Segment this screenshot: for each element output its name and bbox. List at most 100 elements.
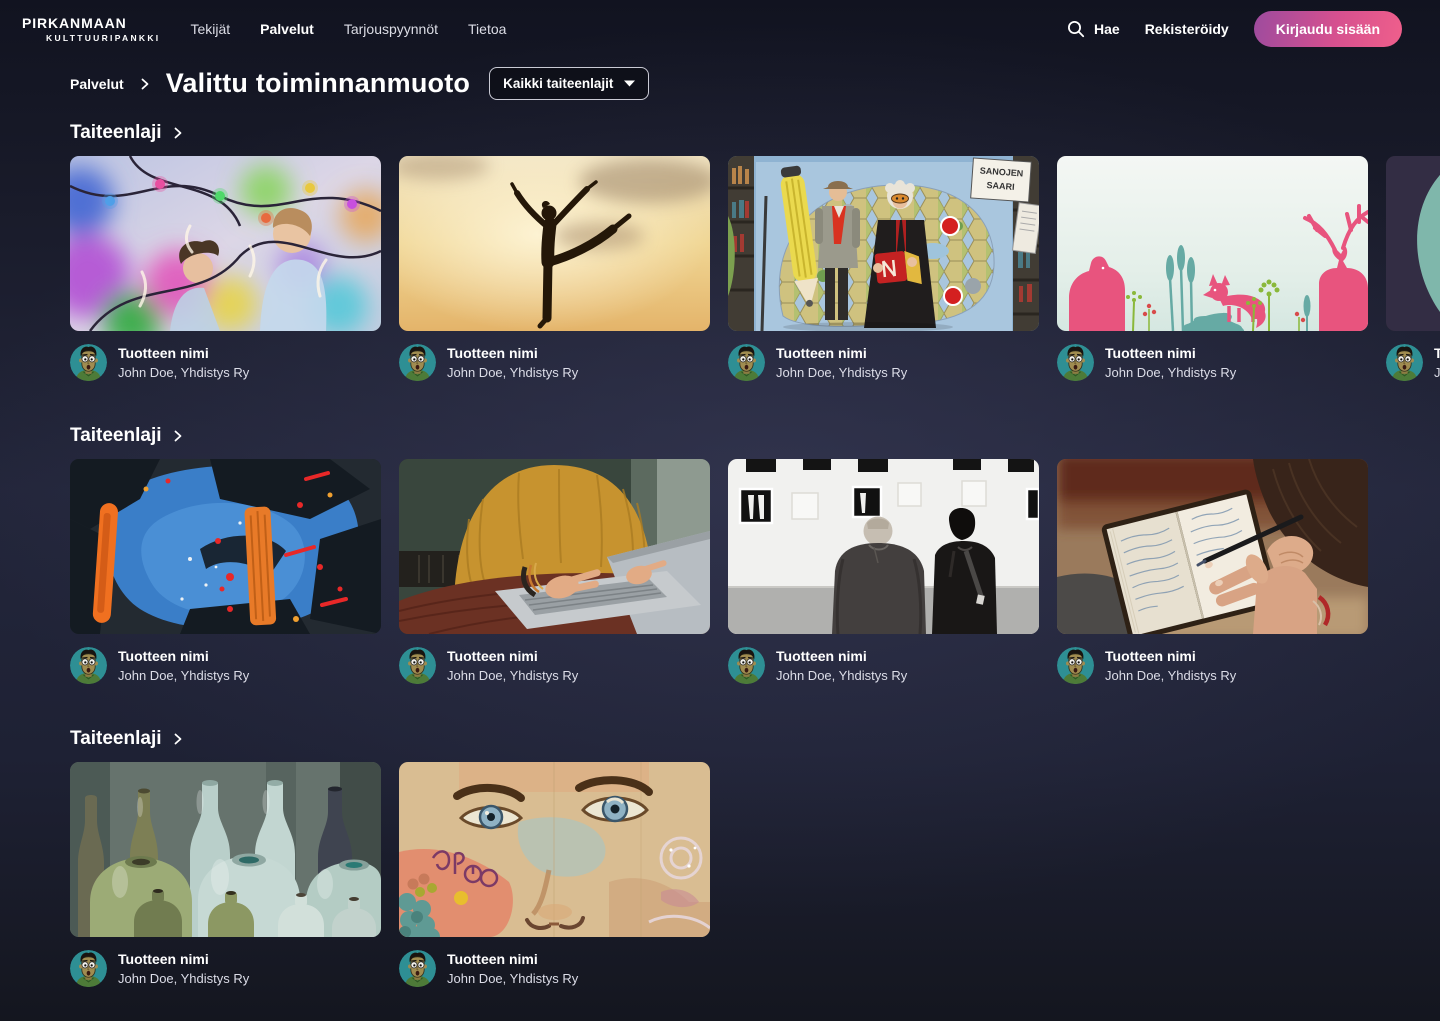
breadcrumb-chevron-icon — [139, 78, 151, 90]
card-image-abstract-painting — [70, 459, 381, 634]
card-title: Tuotteen nimi — [776, 648, 867, 664]
card-title: Tuotteen nimi — [447, 951, 538, 967]
avatar — [70, 647, 107, 684]
service-card[interactable]: Tuotteen nimi John Doe, Yhdistys Ry — [728, 459, 1039, 684]
main-nav: Tekijät Palvelut Tarjouspyynnöt Tietoa — [190, 21, 506, 37]
card-caption: Tuotteen nimi John Doe, Yhdistys Ry — [70, 950, 381, 987]
service-card[interactable]: Tuotteen nimi John Doe, Yhdistys Ry — [1057, 459, 1368, 684]
service-card[interactable]: Tuotteen nimi John Doe, Yhdistys Ry — [70, 156, 381, 381]
logo-line-2: KULTTUURIPANKKI — [46, 32, 161, 43]
card-subtitle: John Doe, Yhdistys Ry — [1105, 365, 1237, 380]
top-bar-actions: Hae Rekisteröidy Kirjaudu sisään — [1067, 10, 1402, 47]
chevron-right-icon — [172, 127, 184, 139]
section-title-link[interactable]: Taiteenlaji — [70, 425, 184, 447]
card-image-laptop-typing — [399, 459, 710, 634]
sign-text-line2: SAARI — [986, 180, 1015, 192]
section-title-link[interactable]: Taiteenlaji — [70, 122, 184, 144]
chevron-right-icon — [172, 733, 184, 745]
breadcrumb[interactable]: Palvelut — [70, 76, 124, 92]
chevron-down-icon — [624, 80, 636, 87]
card-caption: Tuotteen nimi John Doe, Yhdistys Ry — [728, 344, 1039, 381]
search-label: Hae — [1094, 20, 1120, 37]
card-image-costumed-performers: SANOJEN SAARI — [728, 156, 1039, 331]
card-caption: Tuotteen nimi John Doe, Yhdistys Ry — [70, 647, 381, 684]
filter-label: Kaikki taiteenlajit — [503, 76, 614, 91]
card-image-ceramic-vases — [70, 762, 381, 937]
card-subtitle: John Doe, Yhdistys Ry — [118, 971, 250, 986]
service-card[interactable]: Tuotteen nimi John Doe, Yhdistys Ry — [399, 156, 710, 381]
avatar — [1057, 647, 1094, 684]
card-subtitle: John Doe, Yhdistys Ry — [776, 668, 908, 683]
site-logo[interactable]: PIRKANMAAN KULTTUURIPANKKI — [22, 15, 160, 43]
card-subtitle: John Doe, Yhdistys Ry — [447, 971, 579, 986]
card-row[interactable]: Tuotteen nimi John Doe, Yhdistys Ry Tuot… — [70, 156, 1440, 381]
logo-line-1: PIRKANMAAN — [22, 14, 127, 31]
card-image-gallery-visitors — [728, 459, 1039, 634]
avatar — [1386, 344, 1423, 381]
card-image-notebook-writing — [1057, 459, 1368, 634]
service-card[interactable]: Tuotteen nimi John Doe, Yhdistys Ry — [1386, 156, 1440, 381]
page-header: Palvelut Valittu toiminnanmuoto Kaikki t… — [70, 67, 1440, 100]
service-card[interactable]: Tuotteen nimi John Doe, Yhdistys Ry — [399, 762, 710, 987]
card-title: Tuotteen nimi — [118, 345, 209, 361]
register-link[interactable]: Rekisteröidy — [1145, 21, 1229, 37]
card-caption: Tuotteen nimi John Doe, Yhdistys Ry — [399, 647, 710, 684]
card-subtitle: John Doe, Yhdistys Ry — [118, 668, 250, 683]
avatar — [1057, 344, 1094, 381]
card-subtitle: John Doe, Yhdistys Ry — [447, 365, 579, 380]
card-caption: Tuotteen nimi John Doe, Yhdistys Ry — [399, 344, 710, 381]
nav-item-tarjouspyynnot[interactable]: Tarjouspyynnöt — [344, 21, 438, 37]
card-title: Tuotteen nimi — [118, 951, 209, 967]
search-icon — [1068, 20, 1085, 37]
card-title: Tuotteen nimi — [1105, 345, 1196, 361]
card-image-animal-illustration — [1057, 156, 1368, 331]
card-caption: Tuotteen nimi John Doe, Yhdistys Ry — [1057, 344, 1368, 381]
service-card[interactable]: Tuotteen nimi John Doe, Yhdistys Ry — [399, 459, 710, 684]
top-navigation-bar: PIRKANMAAN KULTTUURIPANKKI Tekijät Palve… — [0, 0, 1440, 57]
card-subtitle: John Doe, Yhdistys Ry — [1105, 668, 1237, 683]
nav-item-tietoa[interactable]: Tietoa — [468, 21, 506, 37]
card-row[interactable]: Tuotteen nimi John Doe, Yhdistys Ry Tuot… — [70, 762, 1440, 987]
section-taiteenlaji-3: Taiteenlaji Tuotteen nimi John Doe, Yhdi… — [70, 728, 1440, 987]
section-title: Taiteenlaji — [70, 122, 162, 143]
section-taiteenlaji-2: Taiteenlaji Tuotteen nimi John Doe, Yhdi… — [70, 425, 1440, 684]
avatar — [728, 344, 765, 381]
card-caption: Tuotteen nimi John Doe, Yhdistys Ry — [1386, 344, 1440, 381]
avatar — [399, 647, 436, 684]
card-image-abstract-teal-pink — [1386, 156, 1440, 331]
login-button[interactable]: Kirjaudu sisään — [1253, 10, 1402, 47]
card-title: Tuotteen nimi — [1434, 345, 1440, 361]
service-card[interactable]: SANOJEN SAARI Tuotteen nimi John Doe, Yh… — [728, 156, 1039, 381]
avatar — [399, 344, 436, 381]
nav-item-palvelut[interactable]: Palvelut — [260, 21, 314, 37]
service-card[interactable]: Tuotteen nimi John Doe, Yhdistys Ry — [70, 762, 381, 987]
nav-item-tekijat[interactable]: Tekijät — [190, 21, 230, 37]
service-card[interactable]: Tuotteen nimi John Doe, Yhdistys Ry — [1057, 156, 1368, 381]
section-taiteenlaji-1: Taiteenlaji Tuotteen nimi John Doe, Yhdi… — [70, 122, 1440, 381]
card-image-graffiti-face — [399, 762, 710, 937]
card-caption: Tuotteen nimi John Doe, Yhdistys Ry — [70, 344, 381, 381]
card-subtitle: John Doe, Yhdistys Ry — [447, 668, 579, 683]
service-card[interactable]: Tuotteen nimi John Doe, Yhdistys Ry — [70, 459, 381, 684]
card-title: Tuotteen nimi — [118, 648, 209, 664]
chevron-right-icon — [172, 430, 184, 442]
card-image-string-lights — [70, 156, 381, 331]
card-subtitle: John Doe, Yhdistys Ry — [776, 365, 908, 380]
card-row[interactable]: Tuotteen nimi John Doe, Yhdistys Ry Tuot… — [70, 459, 1440, 684]
card-title: Tuotteen nimi — [776, 345, 867, 361]
card-title: Tuotteen nimi — [447, 345, 538, 361]
avatar — [70, 950, 107, 987]
search-link[interactable]: Hae — [1067, 20, 1120, 38]
card-title: Tuotteen nimi — [1105, 648, 1196, 664]
section-title: Taiteenlaji — [70, 425, 162, 446]
card-caption: Tuotteen nimi John Doe, Yhdistys Ry — [399, 950, 710, 987]
card-subtitle: John Doe, Yhdistys Ry — [118, 365, 250, 380]
avatar — [399, 950, 436, 987]
card-image-dancer-silhouette — [399, 156, 710, 331]
art-category-filter-dropdown[interactable]: Kaikki taiteenlajit — [489, 67, 650, 100]
card-subtitle: John Doe, Yhdistys Ry — [1434, 365, 1440, 380]
section-title-link[interactable]: Taiteenlaji — [70, 728, 184, 750]
page-title: Valittu toiminnanmuoto — [165, 68, 471, 98]
avatar — [70, 344, 107, 381]
card-title: Tuotteen nimi — [447, 648, 538, 664]
